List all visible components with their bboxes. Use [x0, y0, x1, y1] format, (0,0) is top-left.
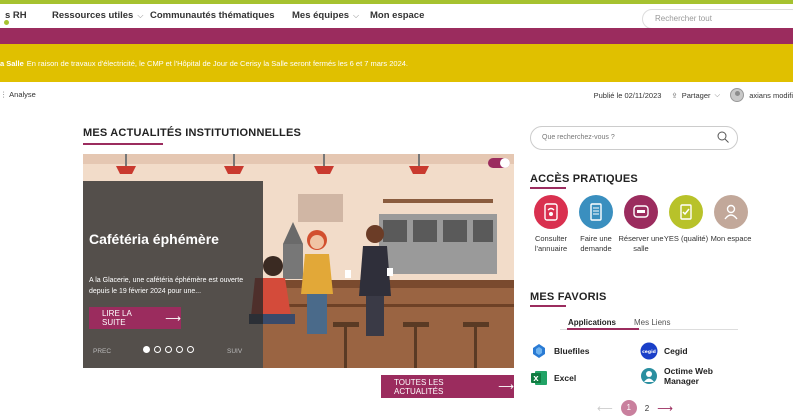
favorites-section-title: MES FAVORIS: [530, 291, 607, 303]
avatar: [730, 88, 745, 102]
favorite-cegid[interactable]: cegid Cegid: [640, 342, 688, 360]
page-meta: Publié le 02/11/2023 ⇪ Partager ⌵ axians…: [594, 88, 793, 102]
published-date: Publié le 02/11/2023: [593, 90, 662, 100]
page-current[interactable]: 1: [620, 400, 637, 416]
page-2[interactable]: 2: [645, 404, 649, 413]
news-section-title: MES ACTUALITÉS INSTITUTIONNELLES: [83, 127, 302, 139]
favorites-pagination: ⟵ 1 2 ⟶: [597, 400, 673, 416]
nav-item-communautes[interactable]: Communautés thématiques: [150, 10, 275, 21]
slide-excerpt: A la Glacerie, une cafétéria éphémère es…: [89, 277, 244, 295]
checklist-icon: [669, 195, 703, 229]
phone-book-icon: [534, 195, 568, 229]
alert-location: a Salle: [0, 58, 24, 68]
nav-item-mes-equipes[interactable]: Mes équipes ⌵: [292, 10, 359, 21]
favorite-excel[interactable]: X Excel: [530, 369, 576, 387]
quick-access-salle[interactable]: Réserver une salle: [617, 195, 665, 254]
tab-mes-liens[interactable]: Mes Liens: [634, 318, 670, 327]
chevron-down-icon: ⌵: [137, 10, 144, 20]
arrow-left-icon[interactable]: ⟵: [597, 402, 613, 415]
prev-slide-button[interactable]: PREC: [93, 348, 111, 355]
next-slide-button[interactable]: SUIV: [227, 348, 242, 355]
news-carousel[interactable]: Cafétéria éphémère A la Glacerie, une ca…: [83, 154, 514, 368]
slide-dot[interactable]: [143, 346, 150, 353]
slide-dot[interactable]: [165, 346, 172, 353]
quick-access-annuaire[interactable]: Consulter l'annuaire: [527, 195, 575, 254]
octime-icon: [640, 367, 658, 385]
form-icon: [579, 195, 613, 229]
quick-access-mon-espace[interactable]: Mon espace: [707, 195, 755, 244]
arrow-right-icon: ⟶: [165, 312, 181, 325]
section-underline: [83, 143, 163, 145]
arrow-right-icon: ⟶: [498, 381, 514, 393]
slide-dot[interactable]: [154, 346, 161, 353]
meeting-room-icon: [624, 195, 658, 229]
search-icon[interactable]: [717, 131, 729, 143]
user-icon: [714, 195, 748, 229]
excel-icon: X: [530, 369, 548, 387]
slide-dot[interactable]: [176, 346, 183, 353]
breadcrumb-icon: ⋮: [0, 90, 10, 99]
section-underline: [530, 305, 566, 307]
chevron-down-icon: ⌵: [714, 90, 721, 99]
brand-band: [0, 28, 793, 44]
nav-item-ressources-utiles[interactable]: Ressources utiles ⌵: [52, 10, 143, 21]
chevron-down-icon: ⌵: [353, 10, 360, 20]
all-news-button[interactable]: TOUTES LES ACTUALITÉS ⟶: [381, 375, 514, 398]
slide-dot[interactable]: [187, 346, 194, 353]
cegid-icon: cegid: [640, 342, 658, 360]
favorites-tabs: Applications Mes Liens: [568, 318, 688, 327]
quick-access-yes[interactable]: YES (qualité): [662, 195, 710, 244]
nav-item-mon-espace[interactable]: Mon espace: [370, 10, 424, 21]
section-underline: [530, 187, 566, 189]
slide-overlay: Cafétéria éphémère A la Glacerie, une ca…: [83, 181, 263, 368]
nav-item-rh[interactable]: s RH: [5, 10, 27, 21]
share-button[interactable]: ⇪ Partager ⌵: [671, 90, 720, 100]
svg-text:cegid: cegid: [642, 349, 656, 355]
svg-text:X: X: [533, 375, 539, 383]
author-name[interactable]: axians modifi: [749, 91, 793, 100]
share-icon: ⇪: [671, 90, 678, 100]
tab-applications[interactable]: Applications: [568, 318, 616, 327]
favorite-bluefiles[interactable]: Bluefiles: [530, 342, 589, 360]
alert-text: En raison de travaux d'électricité, le C…: [26, 58, 409, 68]
access-section-title: ACCÈS PRATIQUES: [530, 173, 638, 185]
favorite-octime[interactable]: Octime Web Manager: [640, 366, 730, 386]
main-nav: s RH Ressources utiles ⌵ Communautés thém…: [0, 4, 793, 29]
arrow-right-icon[interactable]: ⟶: [657, 402, 673, 415]
active-tab-indicator: [567, 328, 639, 330]
autoplay-toggle[interactable]: [488, 158, 510, 168]
quick-access-list: Consulter l'annuaire Faire une demande R…: [527, 195, 757, 265]
global-search-input[interactable]: Rechercher tout: [642, 9, 793, 29]
alert-banner: a Salle En raison de travaux d'électrici…: [0, 44, 793, 82]
slide-indicators: [143, 346, 194, 353]
read-more-button[interactable]: LIRE LA SUITE ⟶: [89, 307, 181, 329]
breadcrumb[interactable]: ⋮ Analyse: [0, 90, 36, 99]
quick-access-demande[interactable]: Faire une demande: [572, 195, 620, 254]
bluefiles-icon: [530, 342, 548, 360]
site-search-input[interactable]: Que recherchez-vous ?: [530, 126, 738, 150]
slide-title: Cafétéria éphémère: [89, 231, 219, 247]
